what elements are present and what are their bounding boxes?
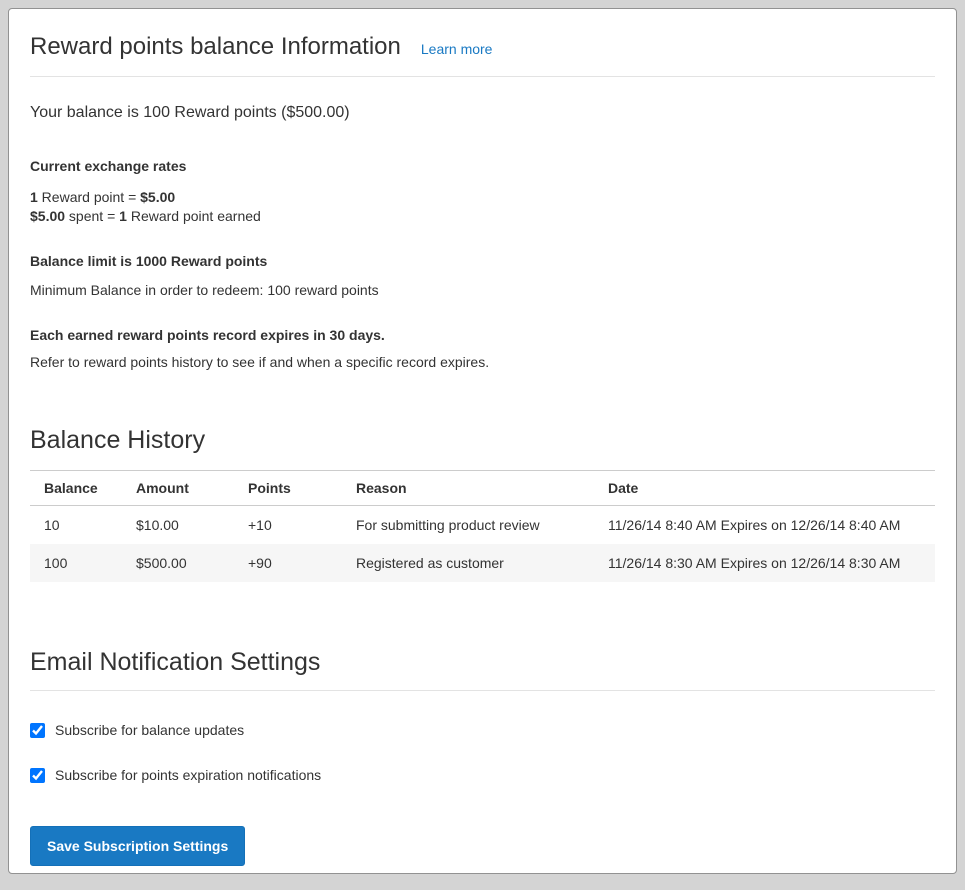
rate-text: spent = <box>65 208 119 224</box>
table-body: 10 $10.00 +10 For submitting product rev… <box>30 506 935 583</box>
balance-history-heading: Balance History <box>30 426 935 455</box>
cell-reason: Registered as customer <box>356 544 608 582</box>
points-expiration-option[interactable]: Subscribe for points expiration notifica… <box>30 767 935 783</box>
cell-points: +90 <box>248 544 356 582</box>
cell-date: 11/26/14 8:40 AM Expires on 12/26/14 8:4… <box>608 506 935 545</box>
cell-amount: $500.00 <box>136 544 248 582</box>
exchange-rates: 1 Reward point = $5.00 $5.00 spent = 1 R… <box>30 188 935 226</box>
cell-reason: For submitting product review <box>356 506 608 545</box>
page-title: Reward points balance Information <box>30 33 401 61</box>
save-subscription-settings-button[interactable]: Save Subscription Settings <box>30 826 245 866</box>
exchange-rate-line: 1 Reward point = $5.00 <box>30 188 935 207</box>
table-row: 100 $500.00 +90 Registered as customer 1… <box>30 544 935 582</box>
learn-more-link[interactable]: Learn more <box>421 41 493 57</box>
rate-value: 1 <box>119 208 127 224</box>
balance-updates-checkbox[interactable] <box>30 723 45 738</box>
table-row: 10 $10.00 +10 For submitting product rev… <box>30 506 935 545</box>
rate-value: $5.00 <box>140 189 175 205</box>
table-header-row: Balance Amount Points Reason Date <box>30 471 935 506</box>
column-header-balance: Balance <box>30 471 136 506</box>
checkbox-label[interactable]: Subscribe for balance updates <box>55 722 244 738</box>
exchange-rate-line: $5.00 spent = 1 Reward point earned <box>30 207 935 226</box>
cell-points: +10 <box>248 506 356 545</box>
column-header-reason: Reason <box>356 471 608 506</box>
minimum-balance-text: Minimum Balance in order to redeem: 100 … <box>30 282 935 298</box>
exchange-rates-heading: Current exchange rates <box>30 158 935 174</box>
cell-balance: 10 <box>30 506 136 545</box>
balance-history-table: Balance Amount Points Reason Date 10 $10… <box>30 470 935 582</box>
page-header: Reward points balance Information Learn … <box>30 33 935 77</box>
cell-balance: 100 <box>30 544 136 582</box>
balance-summary: Your balance is 100 Reward points ($500.… <box>30 104 935 122</box>
rate-value: $5.00 <box>30 208 65 224</box>
email-settings-header: Email Notification Settings <box>30 648 935 691</box>
column-header-amount: Amount <box>136 471 248 506</box>
balance-limit-text: Balance limit is 1000 Reward points <box>30 253 935 269</box>
column-header-date: Date <box>608 471 935 506</box>
rate-text: Reward point = <box>38 189 140 205</box>
checkbox-label[interactable]: Subscribe for points expiration notifica… <box>55 767 321 783</box>
balance-updates-option[interactable]: Subscribe for balance updates <box>30 722 935 738</box>
column-header-points: Points <box>248 471 356 506</box>
rate-value: 1 <box>30 189 38 205</box>
points-expiration-checkbox[interactable] <box>30 768 45 783</box>
rate-text: Reward point earned <box>127 208 261 224</box>
reward-points-page: Reward points balance Information Learn … <box>8 8 957 874</box>
cell-date: 11/26/14 8:30 AM Expires on 12/26/14 8:3… <box>608 544 935 582</box>
expiry-text: Each earned reward points record expires… <box>30 327 935 343</box>
cell-amount: $10.00 <box>136 506 248 545</box>
expiry-note-text: Refer to reward points history to see if… <box>30 354 935 370</box>
email-settings-heading: Email Notification Settings <box>30 648 935 677</box>
table-header: Balance Amount Points Reason Date <box>30 471 935 506</box>
